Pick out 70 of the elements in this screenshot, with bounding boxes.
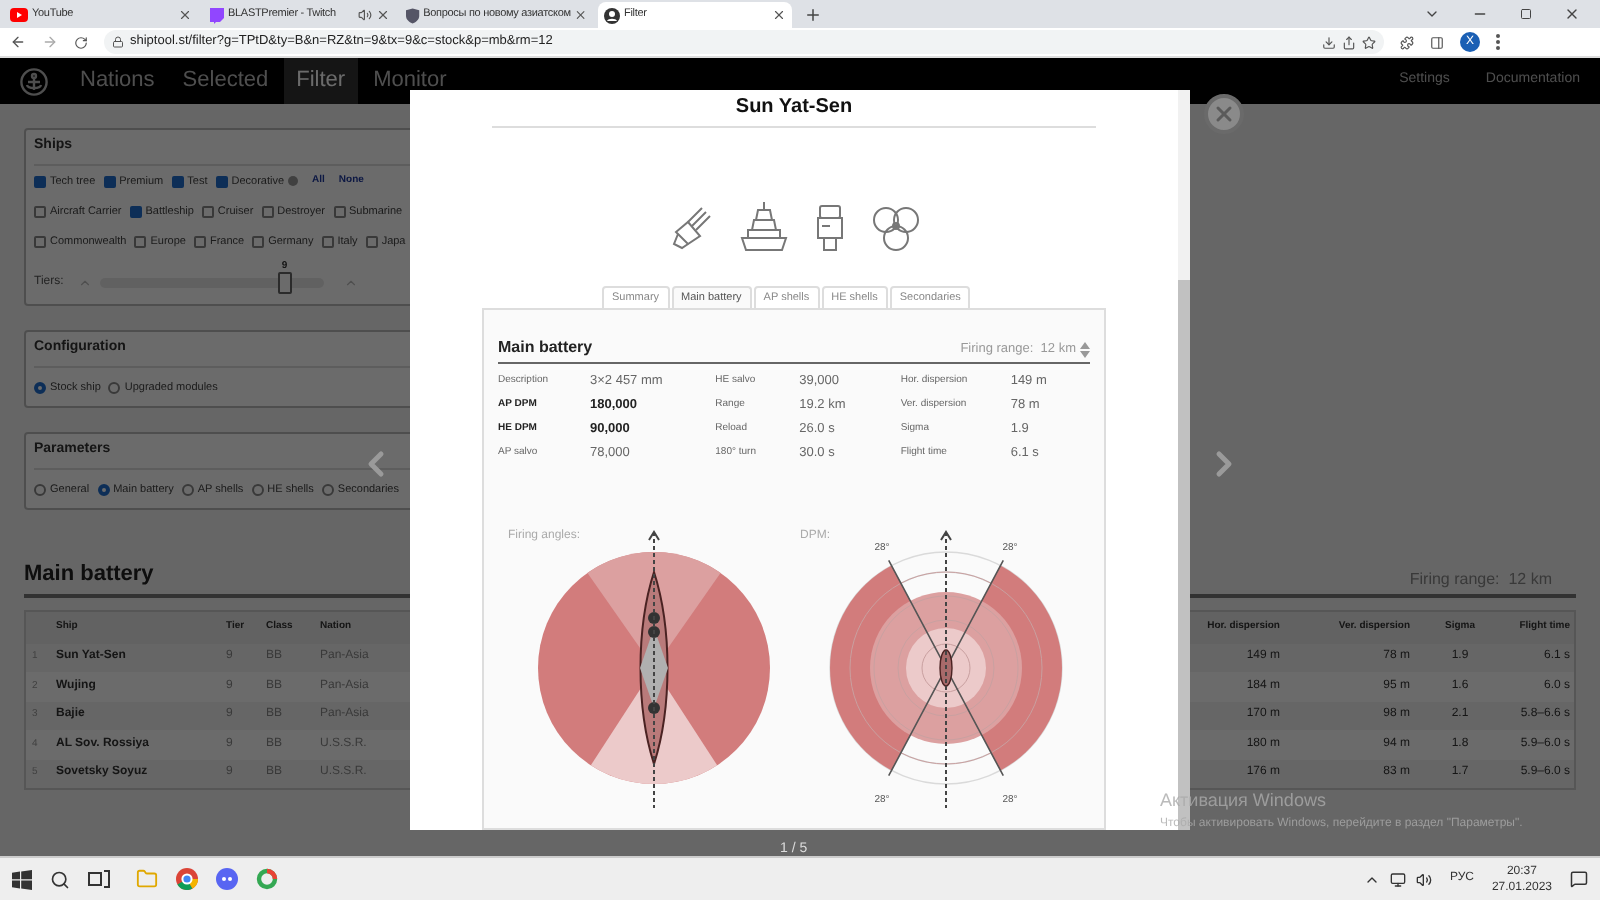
dialog-title: Sun Yat-Sen [735,94,853,122]
close-icon[interactable] [178,8,192,22]
share-icon[interactable] [1342,35,1356,49]
ring-app-icon[interactable] [256,868,278,890]
checkbox[interactable] [261,205,274,218]
spinner-icon[interactable] [78,276,92,291]
maximize-icon[interactable] [1520,8,1532,20]
checkbox[interactable] [333,205,345,218]
volume-icon[interactable] [1415,871,1432,887]
close-window-icon[interactable] [1564,6,1580,22]
chat-bubble-icon [208,7,224,23]
windows-logo-icon[interactable] [12,869,32,889]
checkbox[interactable] [34,205,46,218]
play-icon [10,8,28,22]
checkbox[interactable] [34,175,46,188]
chevron-down-icon[interactable] [1424,6,1440,22]
spinner-icon[interactable] [344,276,358,291]
engine-icon [813,204,845,252]
new-tab-icon[interactable] [804,6,822,24]
chat-app-icon[interactable] [216,868,238,890]
close-button[interactable] [1204,94,1244,134]
checkbox[interactable] [365,236,378,249]
lock-icon [112,36,124,48]
person-icon [604,7,620,23]
folder-icon[interactable] [136,868,158,890]
checkbox[interactable] [134,236,147,249]
radio-button[interactable] [181,483,194,496]
checkbox[interactable] [34,236,46,249]
radio-button[interactable] [108,381,121,394]
checkbox[interactable] [171,175,184,188]
close-icon[interactable] [574,8,588,22]
checkbox[interactable] [129,205,142,218]
download-icon[interactable] [1322,35,1336,49]
radio-button[interactable] [321,483,334,496]
task-view-icon[interactable] [88,870,110,888]
close-icon[interactable] [772,8,786,22]
cannon-icon [669,204,713,252]
nav-link[interactable]: Nations [68,58,167,104]
help-icon[interactable] [288,176,299,187]
back-icon[interactable] [10,34,26,50]
nav-link[interactable]: Filter [284,58,358,104]
search-icon[interactable] [50,869,70,889]
extensions-icon[interactable] [1400,35,1414,49]
radio-button[interactable] [251,483,264,496]
section-heading: Main battery [24,560,154,590]
anchor-icon[interactable] [20,67,48,95]
shield-icon [406,7,420,23]
checkbox[interactable] [201,205,214,218]
checkbox[interactable] [103,175,116,188]
propeller-icon [871,204,919,252]
network-icon[interactable] [1389,871,1406,887]
stepper-icon[interactable] [1080,342,1090,359]
checkbox[interactable] [215,175,228,188]
notifications-icon[interactable] [1570,870,1588,888]
checkbox[interactable] [252,236,265,249]
radio-button[interactable] [34,381,46,394]
checkbox[interactable] [193,236,206,249]
forward-icon[interactable] [42,34,58,50]
radio-button[interactable] [97,483,110,496]
panel-heading: Main battery [498,336,593,360]
nav-link[interactable]: Selected [170,58,281,104]
radio-button[interactable] [34,483,46,496]
reload-icon[interactable] [74,35,88,49]
close-icon [1212,102,1236,126]
bookmark-star-icon[interactable] [1362,35,1376,49]
browser-icon[interactable] [176,868,198,890]
close-icon[interactable] [376,8,390,22]
checkbox[interactable] [321,236,334,249]
ship-tower-icon [739,200,787,252]
side-panel-icon[interactable] [1430,35,1444,49]
